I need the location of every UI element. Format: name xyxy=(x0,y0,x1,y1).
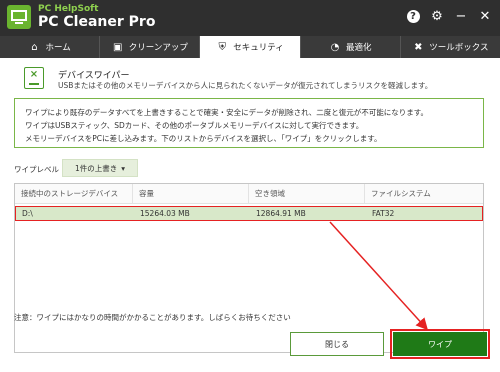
main-tabs: ⌂ ホーム ▣ クリーンアップ ⛨ セキュリティ ◔ 最適化 ✖ ツールボックス xyxy=(0,36,500,58)
chevron-down-icon: ▾ xyxy=(121,163,126,173)
table-header: 接続中のストレージデバイス 容量 空き領域 ファイルシステム xyxy=(15,184,483,204)
tab-cleanup-label: クリーンアップ xyxy=(128,43,188,53)
column-header-filesystem[interactable]: ファイルシステム xyxy=(365,184,483,203)
tab-cleanup[interactable]: ▣ クリーンアップ xyxy=(100,36,201,58)
wipe-level-value: 1件の上書き xyxy=(74,163,118,173)
cell-filesystem: FAT32 xyxy=(372,209,395,218)
shield-icon: ⛨ xyxy=(218,41,227,53)
info-line-3: メモリーデバイスをPCに差し込みます。下のリストからデバイスを選択し、「ワイプ」… xyxy=(25,134,382,143)
home-icon: ⌂ xyxy=(31,41,38,53)
device-table: 接続中のストレージデバイス 容量 空き領域 ファイルシステム D:\ 15264… xyxy=(14,183,484,353)
column-header-device[interactable]: 接続中のストレージデバイス xyxy=(15,184,133,203)
close-icon[interactable]: ✕ xyxy=(476,7,494,25)
tab-toolbox[interactable]: ✖ ツールボックス xyxy=(401,36,500,58)
content-area: ⨯ デバイスワイパー USBまたはその他のメモリーデバイスから人に見られたくない… xyxy=(0,58,500,372)
gear-icon[interactable]: ⚙ xyxy=(428,7,446,25)
speedometer-icon: ◔ xyxy=(330,41,340,53)
app-logo-icon xyxy=(7,5,31,29)
tab-optimize-label: 最適化 xyxy=(345,43,372,53)
cell-device: D:\ xyxy=(22,209,33,218)
tab-security[interactable]: ⛨ セキュリティ xyxy=(200,36,301,58)
tab-toolbox-label: ツールボックス xyxy=(429,43,489,53)
app-title: PC Cleaner Pro xyxy=(38,14,156,30)
wipe-button[interactable]: ワイプ xyxy=(390,329,490,359)
minimize-icon[interactable]: − xyxy=(452,7,470,25)
tab-home[interactable]: ⌂ ホーム xyxy=(0,36,101,58)
wipe-level-label: ワイプレベル xyxy=(14,165,59,174)
cell-capacity: 15264.03 MB xyxy=(140,209,190,218)
tab-home-label: ホーム xyxy=(45,43,71,53)
info-box: ワイプにより既存のデータすべてを上書きすることで確実・安全にデータが削除され、二… xyxy=(14,98,484,148)
section-description: USBまたはその他のメモリーデバイスから人に見られたくないデータが復元されてしま… xyxy=(58,81,433,90)
column-header-capacity[interactable]: 容量 xyxy=(133,184,249,203)
wipe-level-dropdown[interactable]: 1件の上書き ▾ xyxy=(62,159,138,177)
cleanup-icon: ▣ xyxy=(113,41,123,53)
brand-company: PC HelpSoft xyxy=(38,4,99,14)
tab-security-label: セキュリティ xyxy=(233,43,284,53)
tools-icon: ✖ xyxy=(414,41,423,53)
close-button[interactable]: 閉じる xyxy=(290,332,384,356)
tab-optimize[interactable]: ◔ 最適化 xyxy=(301,36,401,58)
info-line-1: ワイプにより既存のデータすべてを上書きすることで確実・安全にデータが削除され、二… xyxy=(25,108,428,117)
table-row[interactable]: D:\ 15264.03 MB 12864.91 MB FAT32 xyxy=(15,206,483,221)
usb-device-icon: ⨯ xyxy=(24,67,44,89)
cell-free: 12864.91 MB xyxy=(256,209,306,218)
warning-note: 注意：ワイプにはかなりの時間がかかることがあります。しばらくお待ちください xyxy=(14,313,291,322)
help-icon[interactable]: ? xyxy=(404,7,422,25)
column-header-free[interactable]: 空き領域 xyxy=(249,184,365,203)
title-bar: PC HelpSoft PC Cleaner Pro ? ⚙ − ✕ xyxy=(0,0,500,36)
info-line-2: ワイプはUSBスティック、SDカード、その他のポータブルメモリーデバイスに対して… xyxy=(25,121,364,130)
